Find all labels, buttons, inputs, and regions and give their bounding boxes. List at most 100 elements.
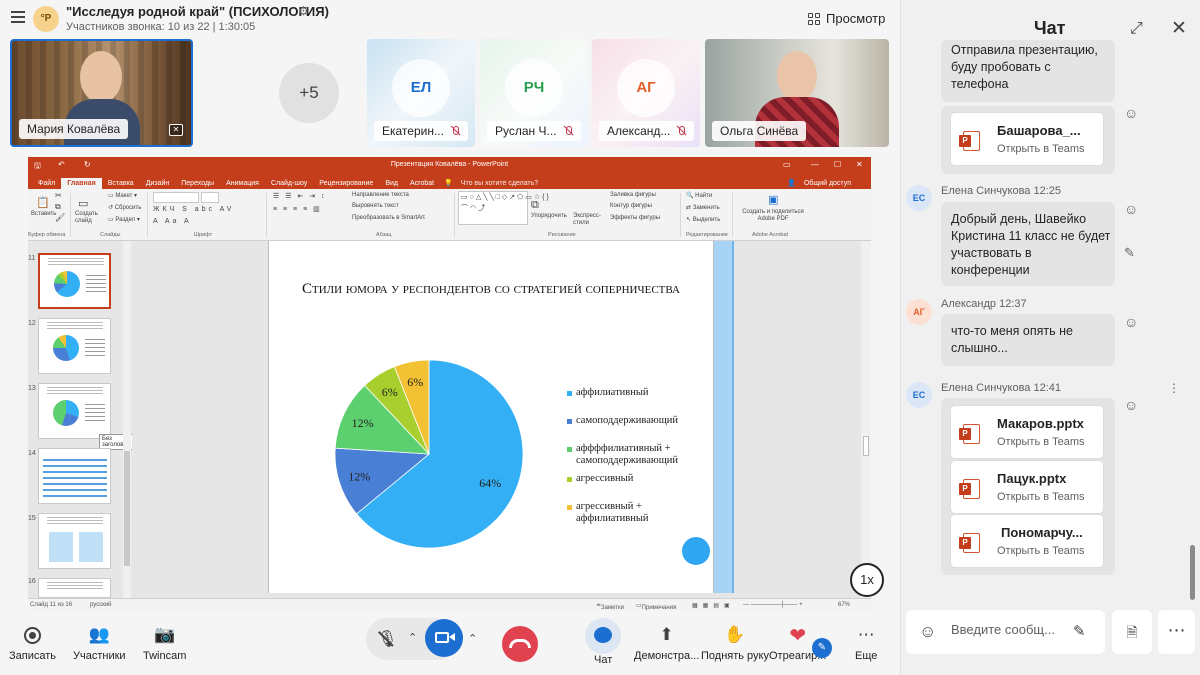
ribbon-options-icon[interactable]: ▭ [783,160,791,169]
current-slide[interactable]: Стили юмора у респондентов со стратегией… [268,241,714,593]
participant-tile-video[interactable]: Ольга Синёва [705,39,889,147]
compose-more-button[interactable]: ⋯ [1158,610,1195,654]
file-attachment[interactable]: Башарова_... Открыть в Teams [950,112,1104,166]
font-size-select[interactable] [201,192,219,203]
format-pen-icon[interactable]: ✎ [1073,622,1086,640]
pin-icon[interactable]: ✕ [169,124,183,136]
open-in-teams-link[interactable]: Открыть в Teams [997,436,1085,448]
file-attachment[interactable]: Пацук.pptx Открыть в Teams [950,460,1104,514]
attach-file-button[interactable]: 🗎 [1112,610,1152,654]
open-in-teams-link[interactable]: Открыть в Teams [997,143,1085,155]
shape-outline-button[interactable]: Контур фигуры [610,203,652,209]
thumbnails-scrollbar[interactable] [123,241,131,598]
font-format-buttons[interactable]: ЖКЧ S abc AV [153,206,234,213]
notes-button[interactable]: ≐ Заметки [596,602,624,611]
shared-screen-powerpoint[interactable]: 🖫 ↶ ↻ Презентация Ковалёва - PowerPoint … [28,157,871,611]
font-family-select[interactable] [153,192,199,203]
participant-tile[interactable]: ЕЛ Екатерин... [367,39,475,147]
settings-gear-icon[interactable]: ⚙ [298,4,309,18]
more-button[interactable]: ⋯ Еще [855,620,877,662]
create-pdf-button[interactable]: Создать и поделиться Adobe PDF [737,209,809,223]
section-button[interactable]: ▭ Раздел ▾ [108,216,140,223]
message-options-icon[interactable]: ⋮ [1168,381,1180,395]
comments-button[interactable]: ▭ Примечания [636,602,676,611]
minimize-icon[interactable]: — [811,160,819,169]
reaction-icon[interactable]: ☺ [1124,397,1138,413]
raise-hand-button[interactable]: ✋ Поднять руку [701,620,769,662]
quick-styles-button[interactable]: Экспресс-стили [573,213,605,227]
record-button[interactable]: Записать [9,620,56,662]
tab-slideshow[interactable]: Слайд-шоу [265,178,313,189]
chat-label[interactable]: Чат [594,654,612,666]
format-painter-icon[interactable]: 🖌 [55,213,65,222]
tab-acrobat[interactable]: Acrobat [404,178,440,189]
more-participants-button[interactable]: +5 [279,63,339,123]
slide-thumbnail-16[interactable] [38,578,111,598]
file-attachment[interactable]: Пономарчу... Открыть в Teams [950,514,1104,568]
view-button[interactable]: Просмотр [808,11,885,26]
share-screen-button[interactable]: ⬆ Демонстра... [634,620,699,662]
participant-tile-video[interactable]: Мария Ковалёва ✕ [10,39,193,147]
file-attachment[interactable]: Макаров.pptx Открыть в Teams [950,405,1104,459]
close-icon[interactable]: ✕ [856,160,863,169]
participant-tile[interactable]: РЧ Руслан Ч... [480,39,588,147]
tab-review[interactable]: Рецензирование [313,178,379,189]
tab-design[interactable]: Дизайн [140,178,176,189]
find-button[interactable]: 🔍 Найти [686,192,712,199]
edit-message-icon[interactable]: ✎ [1124,245,1135,261]
slide-scrollbar[interactable] [861,241,871,598]
slide-thumbnail-11[interactable] [38,253,111,309]
shape-effects-button[interactable]: Эффекты фигуры [610,215,660,221]
font-color-buttons[interactable]: A Aa A [153,218,192,225]
maximize-icon[interactable]: ☐ [834,160,841,169]
shape-fill-button[interactable]: Заливка фигуры [610,192,656,198]
emoji-icon[interactable]: ☺ [919,622,936,642]
twincam-button[interactable]: 📷 Twincam [143,620,186,662]
message-input[interactable] [951,622,1061,637]
replace-button[interactable]: ⇄ Заменить [686,204,720,211]
arrange-button[interactable]: Упорядочить [531,213,567,219]
expand-icon[interactable]: ⤢ [1130,20,1143,38]
reaction-icon[interactable]: ☺ [1124,105,1138,121]
paste-button[interactable]: Вставить [31,211,56,217]
zoom-slider[interactable]: — ───────┼─── + [743,602,803,608]
hang-up-button[interactable] [502,626,538,662]
smartart-button[interactable]: Преобразовать в SmartArt [352,215,425,221]
cut-icon[interactable]: ✂ [55,191,62,200]
copy-icon[interactable]: ⧉ [55,202,61,212]
hamburger-menu-icon[interactable] [11,11,25,23]
tell-me-box[interactable]: 💡 Что вы хотите сделать? [440,177,548,189]
select-button[interactable]: ↖ Выделить [686,216,720,223]
open-in-teams-link[interactable]: Открыть в Teams [997,545,1085,557]
view-mode-buttons[interactable]: ▦▦▤▣ [692,602,735,609]
reset-button[interactable]: ↺ Сбросить [108,204,141,211]
slide-thumbnail-13[interactable] [38,383,111,439]
open-in-teams-link[interactable]: Открыть в Teams [997,491,1085,503]
camera-options-chevron-icon[interactable]: ⌃ [468,632,477,645]
align-buttons[interactable]: ≡ ≡ ≡ ≡ ▥ [273,205,322,213]
tab-insert[interactable]: Вставка [102,178,140,189]
reaction-icon[interactable]: ☺ [1124,201,1138,217]
slide-thumbnail-12[interactable] [38,318,111,374]
list-buttons[interactable]: ☰ ☰ ⇤ ⇥ ↕ [273,192,327,200]
share-button[interactable]: 👤 Общий доступ [781,177,863,189]
new-slide-button[interactable]: Создать слайд [75,211,103,225]
participant-tile[interactable]: АГ Александ... [592,39,700,147]
reaction-icon[interactable]: ☺ [1124,314,1138,330]
chat-button-bg[interactable] [585,618,621,654]
slide-thumbnail-15[interactable] [38,513,111,569]
close-chat-icon[interactable]: ✕ [1171,17,1187,40]
tab-animations[interactable]: Анимация [220,178,265,189]
tab-view[interactable]: Вид [379,178,404,189]
edit-pencil-icon[interactable]: ✎ [812,638,832,658]
mic-options-chevron-icon[interactable]: ⌃ [408,631,417,644]
tab-home[interactable]: Главная [61,178,102,189]
align-text-button[interactable]: Выровнять текст [352,203,399,209]
participants-button[interactable]: 👥 Участники [73,620,126,662]
playback-speed-button[interactable]: 1x [850,563,884,597]
tab-transitions[interactable]: Переходы [175,178,220,189]
tab-file[interactable]: Файл [32,178,61,189]
camera-toggle[interactable] [425,619,463,657]
layout-button[interactable]: ▭ Макет ▾ [108,192,137,199]
chat-scrollbar[interactable] [1190,545,1195,600]
